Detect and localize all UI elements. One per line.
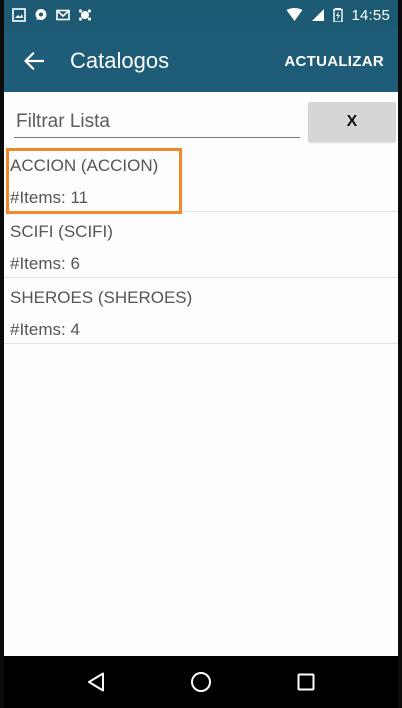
list-item[interactable]: SHEROES (SHEROES) #Items: 4 [4,278,398,344]
catalog-list: ACCION (ACCION) #Items: 11 SCIFI (SCIFI)… [4,146,398,344]
catalog-name: SHEROES (SHEROES) [10,288,193,307]
catalog-item-count: #Items: 6 [10,254,80,273]
notification-icons [12,8,92,22]
navigation-bar [4,656,398,708]
system-icons: 14:55 [286,7,390,24]
catalog-name: SCIFI (SCIFI) [10,222,113,241]
page-title: Catalogos [70,48,170,73]
image-icon [12,8,26,22]
nav-home-button[interactable] [173,656,229,708]
back-button[interactable] [4,30,64,92]
home-circle-icon [190,672,211,692]
chat-icon [35,9,47,20]
list-item[interactable]: SCIFI (SCIFI) #Items: 6 [4,212,398,278]
clear-filter-button[interactable]: X [308,102,396,142]
filter-row: X [4,92,398,144]
app-bar: Catalogos ACTUALIZAR [4,30,398,92]
recents-square-icon [297,673,315,691]
signal-icon [312,9,325,21]
catalog-name: ACCION (ACCION) [10,156,159,175]
catalog-item-count: #Items: 4 [10,320,80,339]
back-triangle-icon [88,672,105,692]
arrow-left-icon [24,52,44,70]
update-button[interactable]: ACTUALIZAR [280,47,388,76]
list-item[interactable]: ACCION (ACCION) #Items: 11 [4,146,398,214]
nav-recents-button[interactable] [278,656,334,708]
android-icon [78,9,92,21]
phone-screen: 14:55 Catalogos ACTUALIZAR X ACCION (ACC… [0,0,402,708]
status-bar: 14:55 [4,0,398,30]
battery-charging-icon [333,8,344,22]
catalog-item-count: #Items: 11 [10,188,89,207]
wifi-icon [286,8,303,21]
mail-icon [56,9,70,21]
status-clock: 14:55 [351,6,390,24]
filter-input[interactable] [14,106,300,138]
nav-back-button[interactable] [68,656,124,708]
